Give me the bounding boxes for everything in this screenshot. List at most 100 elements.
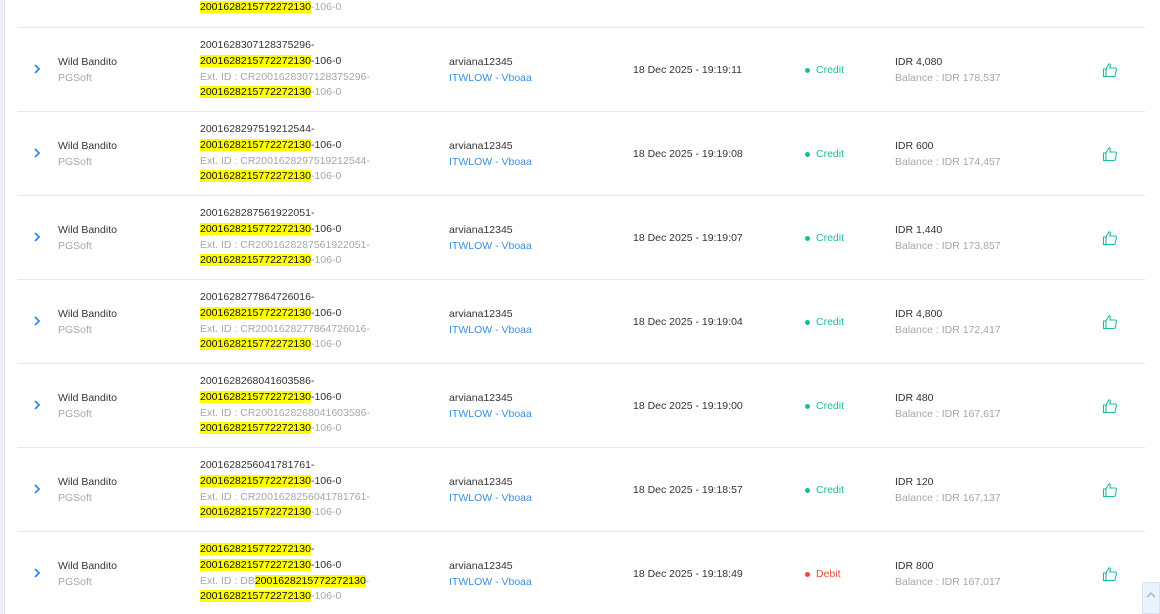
- agent-link[interactable]: ITWLOW - Vboaa: [449, 70, 532, 86]
- tx-id-highlight: 2001628215772272130: [200, 474, 311, 487]
- expand-row-button[interactable]: [32, 567, 42, 580]
- approve-button[interactable]: [1102, 314, 1118, 330]
- tx-id-prefix: 2001628256041781761-: [200, 459, 315, 471]
- expand-row-button[interactable]: [32, 147, 42, 160]
- amount: IDR 800: [895, 560, 934, 572]
- agent-link[interactable]: ITWLOW - Vboaa: [449, 490, 532, 506]
- transaction-id-cell: 2001628277864726016- 2001628215772272130-…: [200, 290, 370, 353]
- ext-id-tail: -: [365, 574, 370, 587]
- amount-cell: IDR 480 Balance : IDR 167,617: [895, 390, 1001, 422]
- type-label: Credit: [816, 64, 845, 76]
- game-provider: PGSoft: [58, 156, 92, 168]
- ext-id-highlight: 2001628215772272130: [200, 590, 311, 603]
- tx-id-prefix-highlight: 2001628215772272130: [200, 543, 311, 555]
- approve-button[interactable]: [1102, 230, 1118, 246]
- user-cell: arviana12345 ITWLOW - Vboaa: [449, 222, 532, 254]
- game-provider: PGSoft: [58, 576, 92, 588]
- status-dot: [805, 487, 810, 493]
- user-cell: arviana12345 ITWLOW - Vboaa: [449, 54, 532, 86]
- user-cell: arviana12345 ITWLOW - Vboaa: [449, 390, 532, 422]
- ext-id-highlight: 2001628215772272130: [200, 338, 311, 351]
- balance: Balance : IDR 167,617: [895, 408, 1001, 420]
- transaction-id-cell: 2001628215772272130- 2001628215772272130-…: [200, 542, 369, 605]
- thumbs-up-icon: [1102, 315, 1118, 333]
- ext-id-highlight: 2001628215772272130: [200, 254, 311, 267]
- chevron-right-icon: [33, 231, 41, 245]
- expand-row-button[interactable]: [32, 63, 42, 76]
- approve-button[interactable]: [1102, 398, 1118, 414]
- balance: Balance : IDR 167,137: [895, 492, 1001, 504]
- chevron-up-icon: [1146, 589, 1156, 601]
- game-name: Wild Bandito: [58, 392, 117, 404]
- amount-cell: IDR 1,440 Balance : IDR 173,857: [895, 222, 1001, 254]
- transaction-type: Credit: [805, 400, 844, 412]
- user-cell: arviana12345 ITWLOW - Vboaa: [449, 138, 532, 170]
- status-dot: [805, 319, 810, 325]
- ext-id-suffix: -106-0: [310, 590, 342, 603]
- agent-link[interactable]: ITWLOW - Vboaa: [449, 574, 532, 590]
- game-cell: Wild Bandito PGSoft: [58, 390, 117, 422]
- agent-link[interactable]: ITWLOW - Vboaa: [449, 322, 532, 338]
- username: arviana12345: [449, 392, 513, 404]
- tx-id-prefix: 2001628287561922051-: [200, 207, 315, 219]
- ext-id-suffix: -106-0: [310, 170, 342, 183]
- agent-link[interactable]: ITWLOW - Vboaa: [449, 406, 532, 422]
- tx-id-highlight: 2001628215772272130: [200, 222, 311, 235]
- transaction-type: Credit: [805, 316, 844, 328]
- chevron-right-icon: [33, 483, 41, 497]
- table-row: Wild Bandito PGSoft 2001628307128375296- 20…: [18, 28, 1145, 112]
- approve-button[interactable]: [1102, 62, 1118, 78]
- username: arviana12345: [449, 140, 513, 152]
- agent-link[interactable]: ITWLOW - Vboaa: [449, 238, 532, 254]
- type-label: Credit: [816, 148, 845, 160]
- balance: Balance : IDR 174,457: [895, 156, 1001, 168]
- amount-cell: IDR 120 Balance : IDR 167,137: [895, 474, 1001, 506]
- username: arviana12345: [449, 560, 513, 572]
- type-label: Credit: [816, 400, 845, 412]
- game-cell: Wild Bandito PGSoft: [58, 54, 117, 86]
- chevron-right-icon: [33, 315, 41, 329]
- transactions-table: 2001628215772272130-106-0 Wild Bandito PG…: [18, 0, 1145, 614]
- type-label: Credit: [816, 484, 845, 496]
- ext-id-highlight: 2001628215772272130: [200, 422, 311, 435]
- amount: IDR 600: [895, 140, 934, 152]
- ext-id-label: Ext. ID : DB: [200, 574, 255, 587]
- amount-cell: IDR 4,800 Balance : IDR 172,417: [895, 306, 1001, 338]
- tx-id-suffix: -106-0: [310, 474, 342, 487]
- tx-id-suffix: -106-0: [310, 306, 342, 319]
- approve-button[interactable]: [1102, 566, 1118, 582]
- amount: IDR 4,800: [895, 308, 943, 320]
- tx-id-suffix: -106-0: [310, 390, 342, 403]
- ext-id-label: Ext. ID : CR2001628256041781761-: [200, 490, 370, 503]
- approve-button[interactable]: [1102, 482, 1118, 498]
- type-label: Debit: [816, 568, 841, 580]
- ext-id-label: Ext. ID : CR2001628307128375296-: [200, 70, 370, 83]
- amount: IDR 4,080: [895, 56, 943, 68]
- expand-row-button[interactable]: [32, 315, 42, 329]
- approve-button[interactable]: [1102, 146, 1118, 162]
- expand-row-button[interactable]: [32, 483, 42, 497]
- agent-link[interactable]: ITWLOW - Vboaa: [449, 154, 532, 170]
- tx-id-prefix-dash: -: [310, 543, 315, 555]
- tx-id-suffix: -106-0: [310, 138, 342, 151]
- expand-row-button[interactable]: [32, 231, 42, 245]
- expand-row-button[interactable]: [32, 399, 42, 412]
- amount-cell: IDR 4,080 Balance : IDR 178,537: [895, 54, 1001, 86]
- scroll-to-top-button[interactable]: [1142, 582, 1160, 614]
- status-dot: [805, 571, 810, 577]
- balance: Balance : IDR 167,017: [895, 576, 1001, 588]
- status-dot: [805, 403, 810, 409]
- game-name: Wild Bandito: [58, 140, 117, 152]
- table-row: Wild Bandito PGSoft 2001628268041603586- 20…: [18, 364, 1145, 448]
- tx-id-prefix: 2001628297519212544-: [200, 123, 315, 135]
- transaction-date: 18 Dec 2025 - 19:19:11: [633, 64, 742, 76]
- transaction-id-cell: 2001628287561922051- 2001628215772272130-…: [200, 206, 370, 269]
- thumbs-up-icon: [1102, 231, 1118, 249]
- ext-id-suffix: -106-0: [310, 506, 342, 519]
- amount: IDR 120: [895, 476, 934, 488]
- left-rail: [0, 0, 5, 614]
- transaction-date: 18 Dec 2025 - 19:19:08: [633, 148, 743, 160]
- user-cell: arviana12345 ITWLOW - Vboaa: [449, 474, 532, 506]
- status-dot: [805, 235, 810, 241]
- thumbs-up-icon: [1102, 399, 1118, 417]
